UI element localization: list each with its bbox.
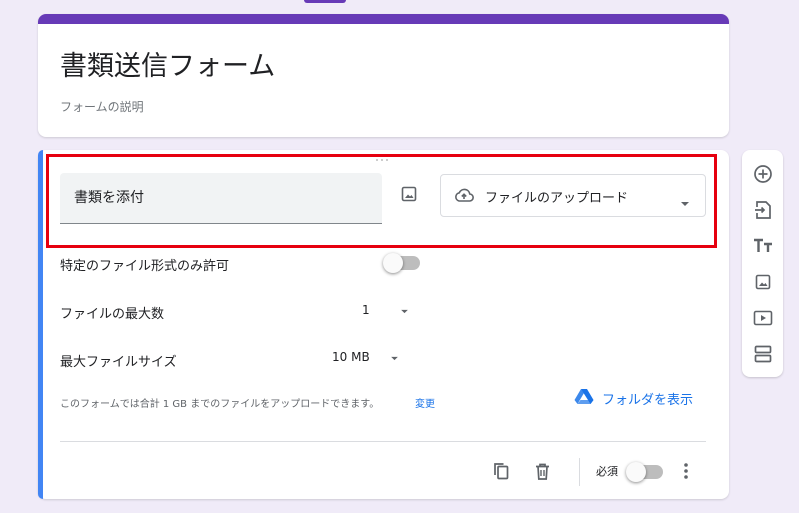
specific-types-toggle[interactable] [383,253,420,273]
view-folder-label: フォルダを表示 [602,393,694,408]
max-size-dropdown[interactable]: 10 MB [332,350,399,364]
highlight-annotation [46,154,717,248]
drive-icon [574,388,594,409]
specific-types-label: 特定のファイル形式のみ許可 [60,259,230,274]
side-toolbar [742,150,783,377]
change-limit-link[interactable]: 変更 [415,395,435,410]
view-folder-link[interactable]: フォルダを表示 [574,388,693,409]
more-vert-icon[interactable] [676,459,696,483]
max-size-label: 最大ファイルサイズ [60,355,177,370]
upload-limit-info: このフォームでは合計 1 GB までのファイルをアップロードできます。 [60,399,380,410]
max-files-value: 1 [362,303,370,317]
active-tab-indicator [304,0,346,3]
copy-icon[interactable] [489,459,513,483]
theme-color-bar [38,14,729,24]
add-video-icon[interactable] [751,306,775,330]
add-image-icon[interactable] [751,270,775,294]
footer-separator [579,458,580,486]
question-card[interactable]: 書類を添付 ファイルのアップロード 特定のファイル形式のみ許可 ファイルの最大数… [38,150,729,499]
max-files-dropdown[interactable]: 1 [362,303,409,317]
active-card-accent [38,150,43,499]
import-questions-icon[interactable] [751,198,775,222]
form-description[interactable]: フォームの説明 [60,98,144,115]
required-label: 必須 [596,465,618,478]
add-title-icon[interactable] [751,234,775,258]
chevron-down-icon [390,350,399,364]
add-section-icon[interactable] [751,342,775,366]
chevron-down-icon [400,303,409,317]
max-size-value: 10 MB [332,350,370,364]
form-header-card: 書類送信フォーム フォームの説明 [38,14,729,137]
required-toggle[interactable] [626,462,663,482]
max-files-label: ファイルの最大数 [60,307,165,322]
form-title[interactable]: 書類送信フォーム [60,44,275,83]
trash-icon[interactable] [530,459,554,483]
footer-divider [60,441,706,442]
add-question-icon[interactable] [751,162,775,186]
